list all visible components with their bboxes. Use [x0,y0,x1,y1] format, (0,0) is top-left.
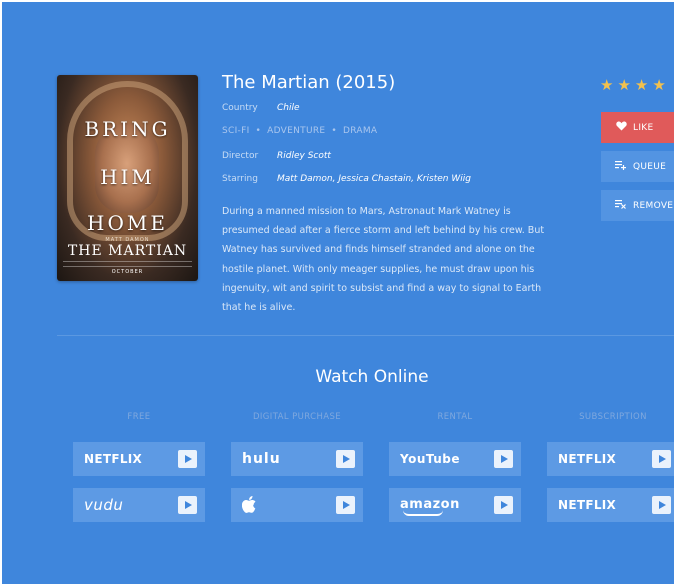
column-header-subscription: SUBSCRIPTION [579,412,647,422]
queue-label: QUEUE [633,161,667,172]
star-icon[interactable]: ★ [600,76,617,94]
star-rating[interactable]: ★★★★ [600,76,670,94]
provider-apple[interactable] [231,488,363,522]
provider-netflix-free[interactable]: NETFLIX [73,442,205,476]
provider-youtube[interactable]: YouTube [389,442,521,476]
movie-title: The Martian (2015) [222,72,396,93]
starring-row: Starring Matt Damon, Jessica Chastain, Kr… [222,174,471,184]
director-value[interactable]: Ridley Scott [277,151,331,161]
queue-add-icon [609,160,633,173]
play-icon[interactable] [652,496,671,514]
amazon-logo: amazon [400,497,460,512]
heart-icon [609,121,633,134]
star-icon[interactable]: ★ [617,76,634,94]
play-icon[interactable] [652,450,671,468]
starring-value[interactable]: Matt Damon, Jessica Chastain, Kristen Wi… [277,174,471,184]
poster-tagline-2: HIM [100,165,155,189]
provider-amazon[interactable]: amazon [389,488,521,522]
provider-netflix-subscription-2[interactable]: NETFLIX [547,488,674,522]
section-divider [57,335,674,336]
apple-logo [242,496,256,513]
play-icon[interactable] [336,496,355,514]
star-icon[interactable]: ★ [652,76,669,94]
director-label: Director [222,151,259,161]
genre-list: SCI-FI • ADVENTURE • DRAMA [222,126,378,136]
like-button[interactable]: LIKE [601,112,674,143]
queue-remove-icon [609,199,633,212]
play-icon[interactable] [336,450,355,468]
genre-tag[interactable]: ADVENTURE [267,126,325,136]
netflix-logo: NETFLIX [558,452,617,466]
movie-poster: BRING HIM HOME MATT DAMON THE MARTIAN OC… [57,75,198,281]
country-row: Country Chile [222,103,300,113]
column-header-free: FREE [127,412,151,422]
youtube-logo: YouTube [400,452,461,466]
like-label: LIKE [633,122,654,133]
poster-date: OCTOBER [111,269,144,275]
star-icon[interactable]: ★ [635,76,652,94]
poster-credits [63,261,192,267]
genre-tag[interactable]: SCI-FI [222,126,250,136]
genre-tag[interactable]: DRAMA [343,126,377,136]
play-icon[interactable] [494,450,513,468]
country-value[interactable]: Chile [277,103,300,113]
poster-tagline-3: HOME [87,211,168,235]
vudu-logo: vudu [84,496,124,514]
play-icon[interactable] [178,450,197,468]
provider-vudu[interactable]: vudu [73,488,205,522]
starring-label: Starring [222,174,258,184]
netflix-logo: NETFLIX [84,452,143,466]
synopsis: During a manned mission to Mars, Astrona… [222,206,545,314]
movie-detail-panel: BRING HIM HOME MATT DAMON THE MARTIAN OC… [2,2,674,584]
poster-tagline-1: BRING [84,117,171,141]
country-label: Country [222,103,258,113]
watch-online-title: Watch Online [315,367,429,387]
column-header-rental: RENTAL [437,412,473,422]
play-icon[interactable] [494,496,513,514]
column-header-digital-purchase: DIGITAL PURCHASE [252,412,342,422]
poster-title: THE MARTIAN [67,243,188,259]
amazon-smile-icon [403,510,443,516]
remove-button[interactable]: REMOVE [601,190,674,221]
hulu-logo: hulu [242,451,281,467]
netflix-logo: NETFLIX [558,498,617,512]
play-icon[interactable] [178,496,197,514]
provider-netflix-subscription-1[interactable]: NETFLIX [547,442,674,476]
queue-button[interactable]: QUEUE [601,151,674,182]
director-row: Director Ridley Scott [222,151,331,161]
provider-hulu[interactable]: hulu [231,442,363,476]
remove-label: REMOVE [633,200,674,211]
